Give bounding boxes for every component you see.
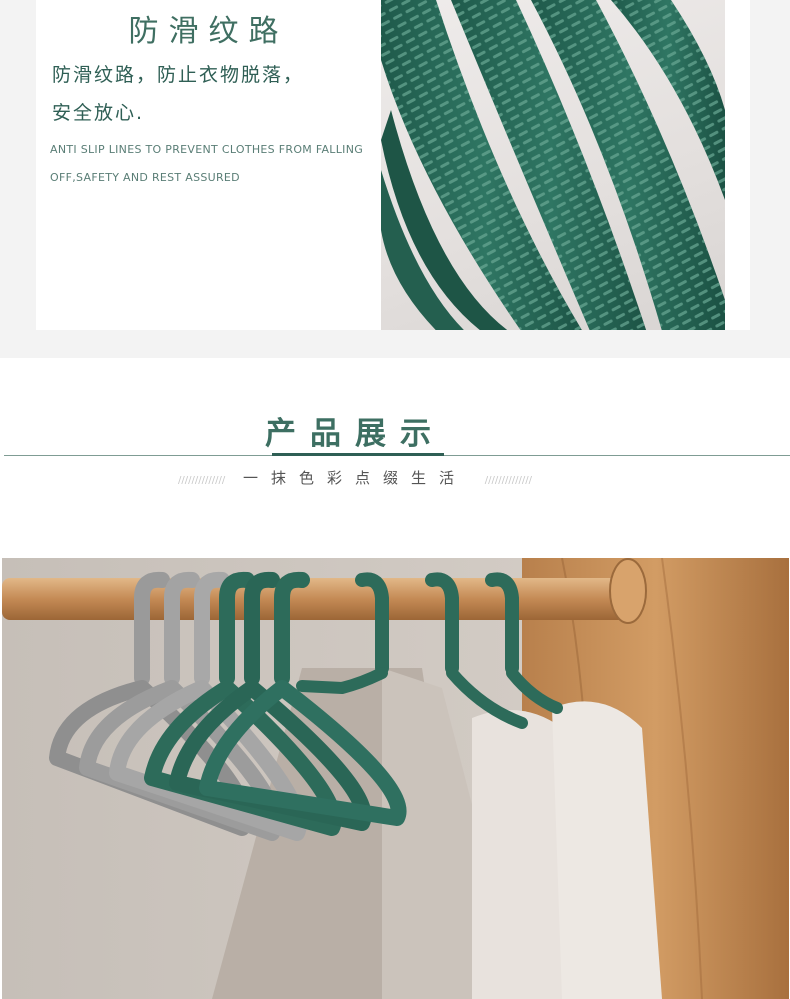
hanger-detail-photo <box>381 0 725 330</box>
feature-description-line2: 安全放心. <box>52 102 145 124</box>
section-subtitle: 一抹色彩点缀生活 <box>242 469 467 487</box>
feature-description: 防滑纹路，防止衣物脱落， 安全放心. <box>52 56 372 132</box>
hanger-detail-illustration <box>381 0 725 330</box>
clothes-rod <box>2 578 627 620</box>
rod-end-cap <box>609 558 647 624</box>
feature-english-line1: ANTI SLIP LINES TO PREVENT CLOTHES FROM … <box>50 143 364 156</box>
product-display-heading: 产品展示 ////////////// 一抹色彩点缀生活 ///////////… <box>0 400 790 490</box>
feature-english-line2: OFF,SAFETY AND REST ASSURED <box>50 171 240 184</box>
feature-description-line1: 防滑纹路，防止衣物脱落， <box>52 64 305 86</box>
heading-divider-accent <box>272 453 444 456</box>
wardrobe-photo <box>2 558 789 999</box>
feature-section: 防滑纹路 防滑纹路，防止衣物脱落， 安全放心. ANTI SLIP LINES … <box>0 0 790 358</box>
section-title: 产品展示 <box>265 416 445 452</box>
feature-title: 防滑纹路 <box>128 14 289 49</box>
feature-card: 防滑纹路 防滑纹路，防止衣物脱落， 安全放心. ANTI SLIP LINES … <box>36 0 750 330</box>
section-subtitle-row: ////////////// 一抹色彩点缀生活 ////////////// <box>0 467 710 488</box>
subtitle-left-mark: ////////////// <box>178 475 226 486</box>
wardrobe-illustration <box>2 558 789 999</box>
feature-english-text: ANTI SLIP LINES TO PREVENT CLOTHES FROM … <box>50 136 370 192</box>
subtitle-right-mark: ////////////// <box>484 475 532 486</box>
